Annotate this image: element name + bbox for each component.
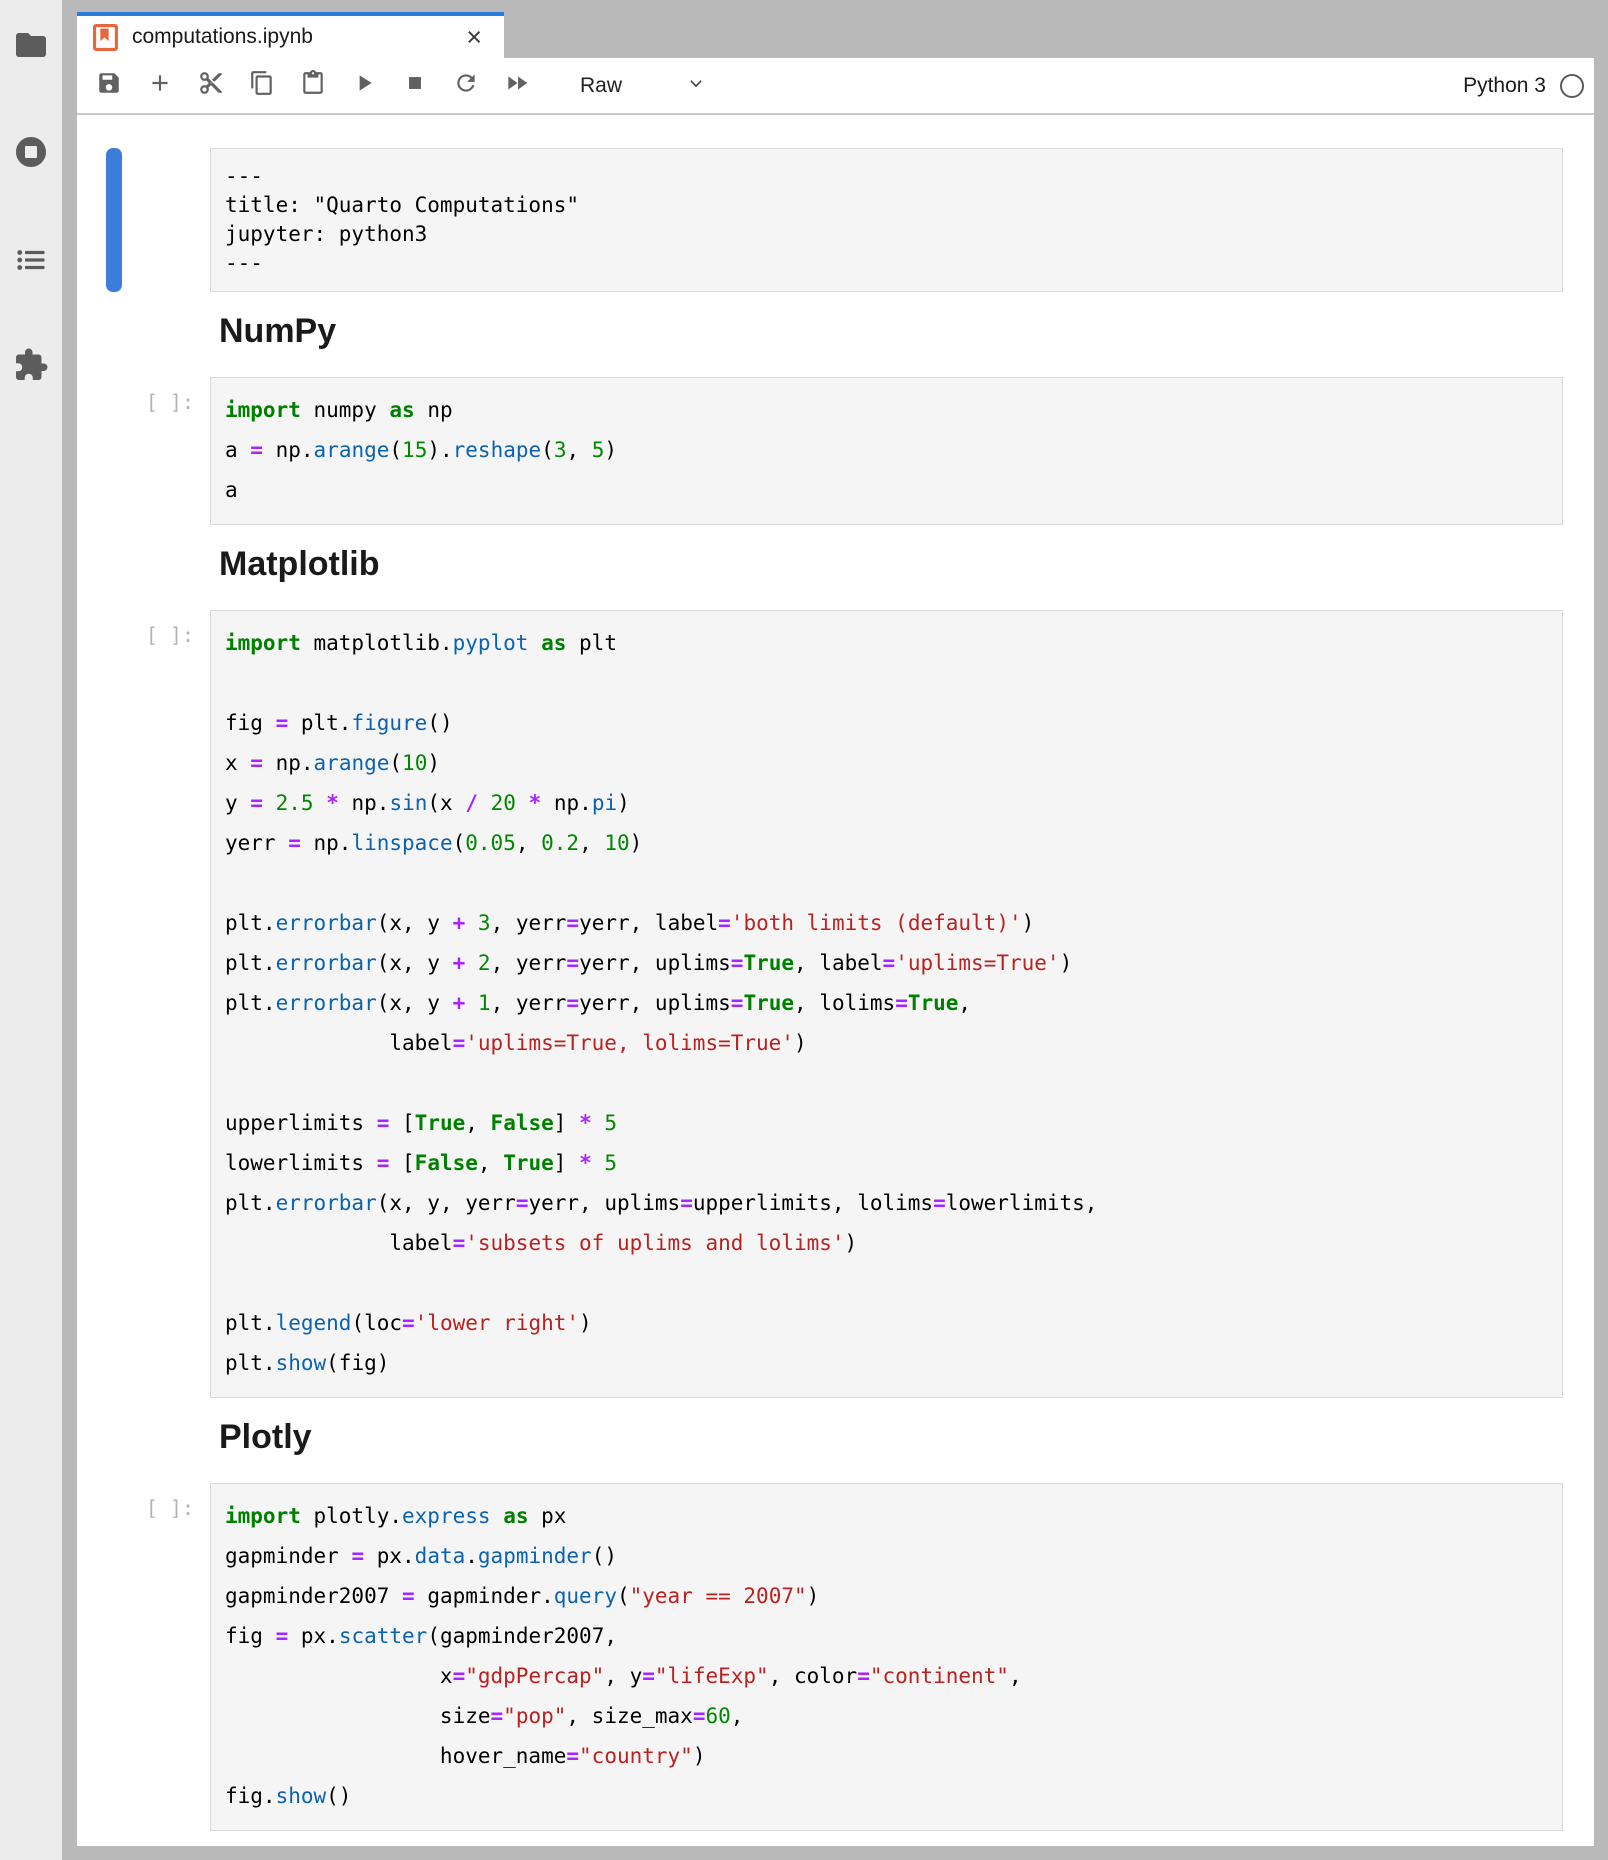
plus-icon: [147, 70, 173, 101]
kernel-indicator: Python 3: [1463, 74, 1584, 98]
list-icon: [13, 242, 49, 283]
code-line: import matplotlib.pyplot as plt: [225, 623, 1548, 663]
code-line: size="pop", size_max=60,: [225, 1696, 1548, 1736]
paste-cells-button[interactable]: [299, 72, 327, 100]
code-line: yerr = np.linspace(0.05, 0.2, 10): [225, 823, 1548, 863]
code-line: a: [225, 470, 1548, 510]
cell-editor[interactable]: import matplotlib.pyplot as plt fig = pl…: [210, 610, 1563, 1398]
cell-type-value: Raw: [580, 74, 622, 98]
puzzle-icon: [13, 347, 49, 388]
cell-collapser[interactable]: [106, 610, 122, 1398]
cell-collapser[interactable]: [106, 377, 122, 525]
code-line: [225, 1063, 1548, 1103]
clipboard-icon: [300, 70, 326, 101]
code-line: ---: [225, 162, 1548, 191]
fast-forward-icon: [504, 70, 530, 101]
code-line: plt.legend(loc='lower right'): [225, 1303, 1548, 1343]
code-line: upperlimits = [True, False] * 5: [225, 1103, 1548, 1143]
code-line: a = np.arange(15).reshape(3, 5): [225, 430, 1548, 470]
scissors-icon: [198, 70, 224, 101]
kernel-status-icon[interactable]: [1560, 74, 1584, 98]
code-line: plt.show(fig): [225, 1343, 1548, 1383]
code-line: plt.errorbar(x, y + 2, yerr=yerr, uplims…: [225, 943, 1548, 983]
code-line: label='subsets of uplims and lolims'): [225, 1223, 1548, 1263]
tab-title: computations.ipynb: [132, 25, 313, 49]
copy-cells-button[interactable]: [248, 72, 276, 100]
restart-kernel-button[interactable]: [452, 72, 480, 100]
code-line: x="gdpPercap", y="lifeExp", color="conti…: [225, 1656, 1548, 1696]
code-line: [225, 1263, 1548, 1303]
save-button[interactable]: [95, 72, 123, 100]
sidebar-item-table-of-contents[interactable]: [12, 243, 50, 281]
notebook-toolbar: Raw Python 3: [77, 58, 1594, 115]
stop-circle-icon: [13, 134, 49, 175]
folder-icon: [13, 27, 49, 68]
cell-editor[interactable]: ---title: "Quarto Computations"jupyter: …: [210, 148, 1563, 292]
kernel-name[interactable]: Python 3: [1463, 74, 1546, 98]
code-line: ---: [225, 249, 1548, 278]
stop-icon: [402, 70, 428, 101]
cell-type-select[interactable]: Raw: [580, 71, 708, 100]
activity-bar: [0, 0, 62, 1860]
cell-prompt: [ ]:: [146, 390, 194, 414]
cell-collapser[interactable]: [106, 1483, 122, 1831]
insert-cell-button[interactable]: [146, 72, 174, 100]
code-line: label='uplims=True, lolims=True'): [225, 1023, 1548, 1063]
refresh-icon: [453, 70, 479, 101]
code-line: [225, 663, 1548, 703]
code-line: title: "Quarto Computations": [225, 191, 1548, 220]
code-line: lowerlimits = [False, True] * 5: [225, 1143, 1548, 1183]
interrupt-kernel-button[interactable]: [401, 72, 429, 100]
save-icon: [96, 70, 122, 101]
code-line: hover_name="country"): [225, 1736, 1548, 1776]
tab-computations-ipynb[interactable]: computations.ipynb ×: [77, 12, 504, 58]
cut-cells-button[interactable]: [197, 72, 225, 100]
notebook-panel: ---title: "Quarto Computations"jupyter: …: [77, 115, 1594, 1846]
copy-icon: [249, 70, 275, 101]
notebook-file-icon: [93, 24, 118, 51]
notebook-cell-code[interactable]: [ ]:import plotly.express as pxgapminder…: [210, 1483, 1563, 1831]
sidebar-item-file-browser[interactable]: [12, 28, 50, 66]
code-line: import numpy as np: [225, 390, 1548, 430]
markdown-heading: NumPy: [219, 312, 1594, 351]
cell-editor[interactable]: import plotly.express as pxgapminder = p…: [210, 1483, 1563, 1831]
code-line: y = 2.5 * np.sin(x / 20 * np.pi): [225, 783, 1548, 823]
code-line: fig.show(): [225, 1776, 1548, 1816]
cell-prompt: [ ]:: [146, 1496, 194, 1520]
play-icon: [351, 70, 377, 101]
code-line: [225, 863, 1548, 903]
code-line: fig = plt.figure(): [225, 703, 1548, 743]
code-line: import plotly.express as px: [225, 1496, 1548, 1536]
code-line: gapminder = px.data.gapminder(): [225, 1536, 1548, 1576]
run-cell-button[interactable]: [350, 72, 378, 100]
code-line: jupyter: python3: [225, 220, 1548, 249]
code-line: fig = px.scatter(gapminder2007,: [225, 1616, 1548, 1656]
code-line: plt.errorbar(x, y + 3, yerr=yerr, label=…: [225, 903, 1548, 943]
code-line: plt.errorbar(x, y + 1, yerr=yerr, uplims…: [225, 983, 1548, 1023]
markdown-heading: Matplotlib: [219, 545, 1594, 584]
notebook-cell-raw[interactable]: ---title: "Quarto Computations"jupyter: …: [210, 148, 1563, 292]
code-line: x = np.arange(10): [225, 743, 1548, 783]
code-line: plt.errorbar(x, y, yerr=yerr, uplims=upp…: [225, 1183, 1548, 1223]
markdown-heading: Plotly: [219, 1418, 1594, 1457]
chevron-down-icon: [622, 71, 708, 100]
sidebar-item-extension-manager[interactable]: [12, 348, 50, 386]
notebook-cell-code[interactable]: [ ]:import numpy as npa = np.arange(15).…: [210, 377, 1563, 525]
notebook-cell-code[interactable]: [ ]:import matplotlib.pyplot as plt fig …: [210, 610, 1563, 1398]
sidebar-item-running-kernels[interactable]: [12, 135, 50, 173]
close-icon[interactable]: ×: [462, 24, 486, 51]
cell-collapser[interactable]: [106, 148, 122, 292]
code-line: gapminder2007 = gapminder.query("year ==…: [225, 1576, 1548, 1616]
cell-editor[interactable]: import numpy as npa = np.arange(15).resh…: [210, 377, 1563, 525]
notebook-cells: ---title: "Quarto Computations"jupyter: …: [77, 148, 1594, 1831]
cell-prompt: [ ]:: [146, 623, 194, 647]
restart-run-all-button[interactable]: [503, 72, 531, 100]
